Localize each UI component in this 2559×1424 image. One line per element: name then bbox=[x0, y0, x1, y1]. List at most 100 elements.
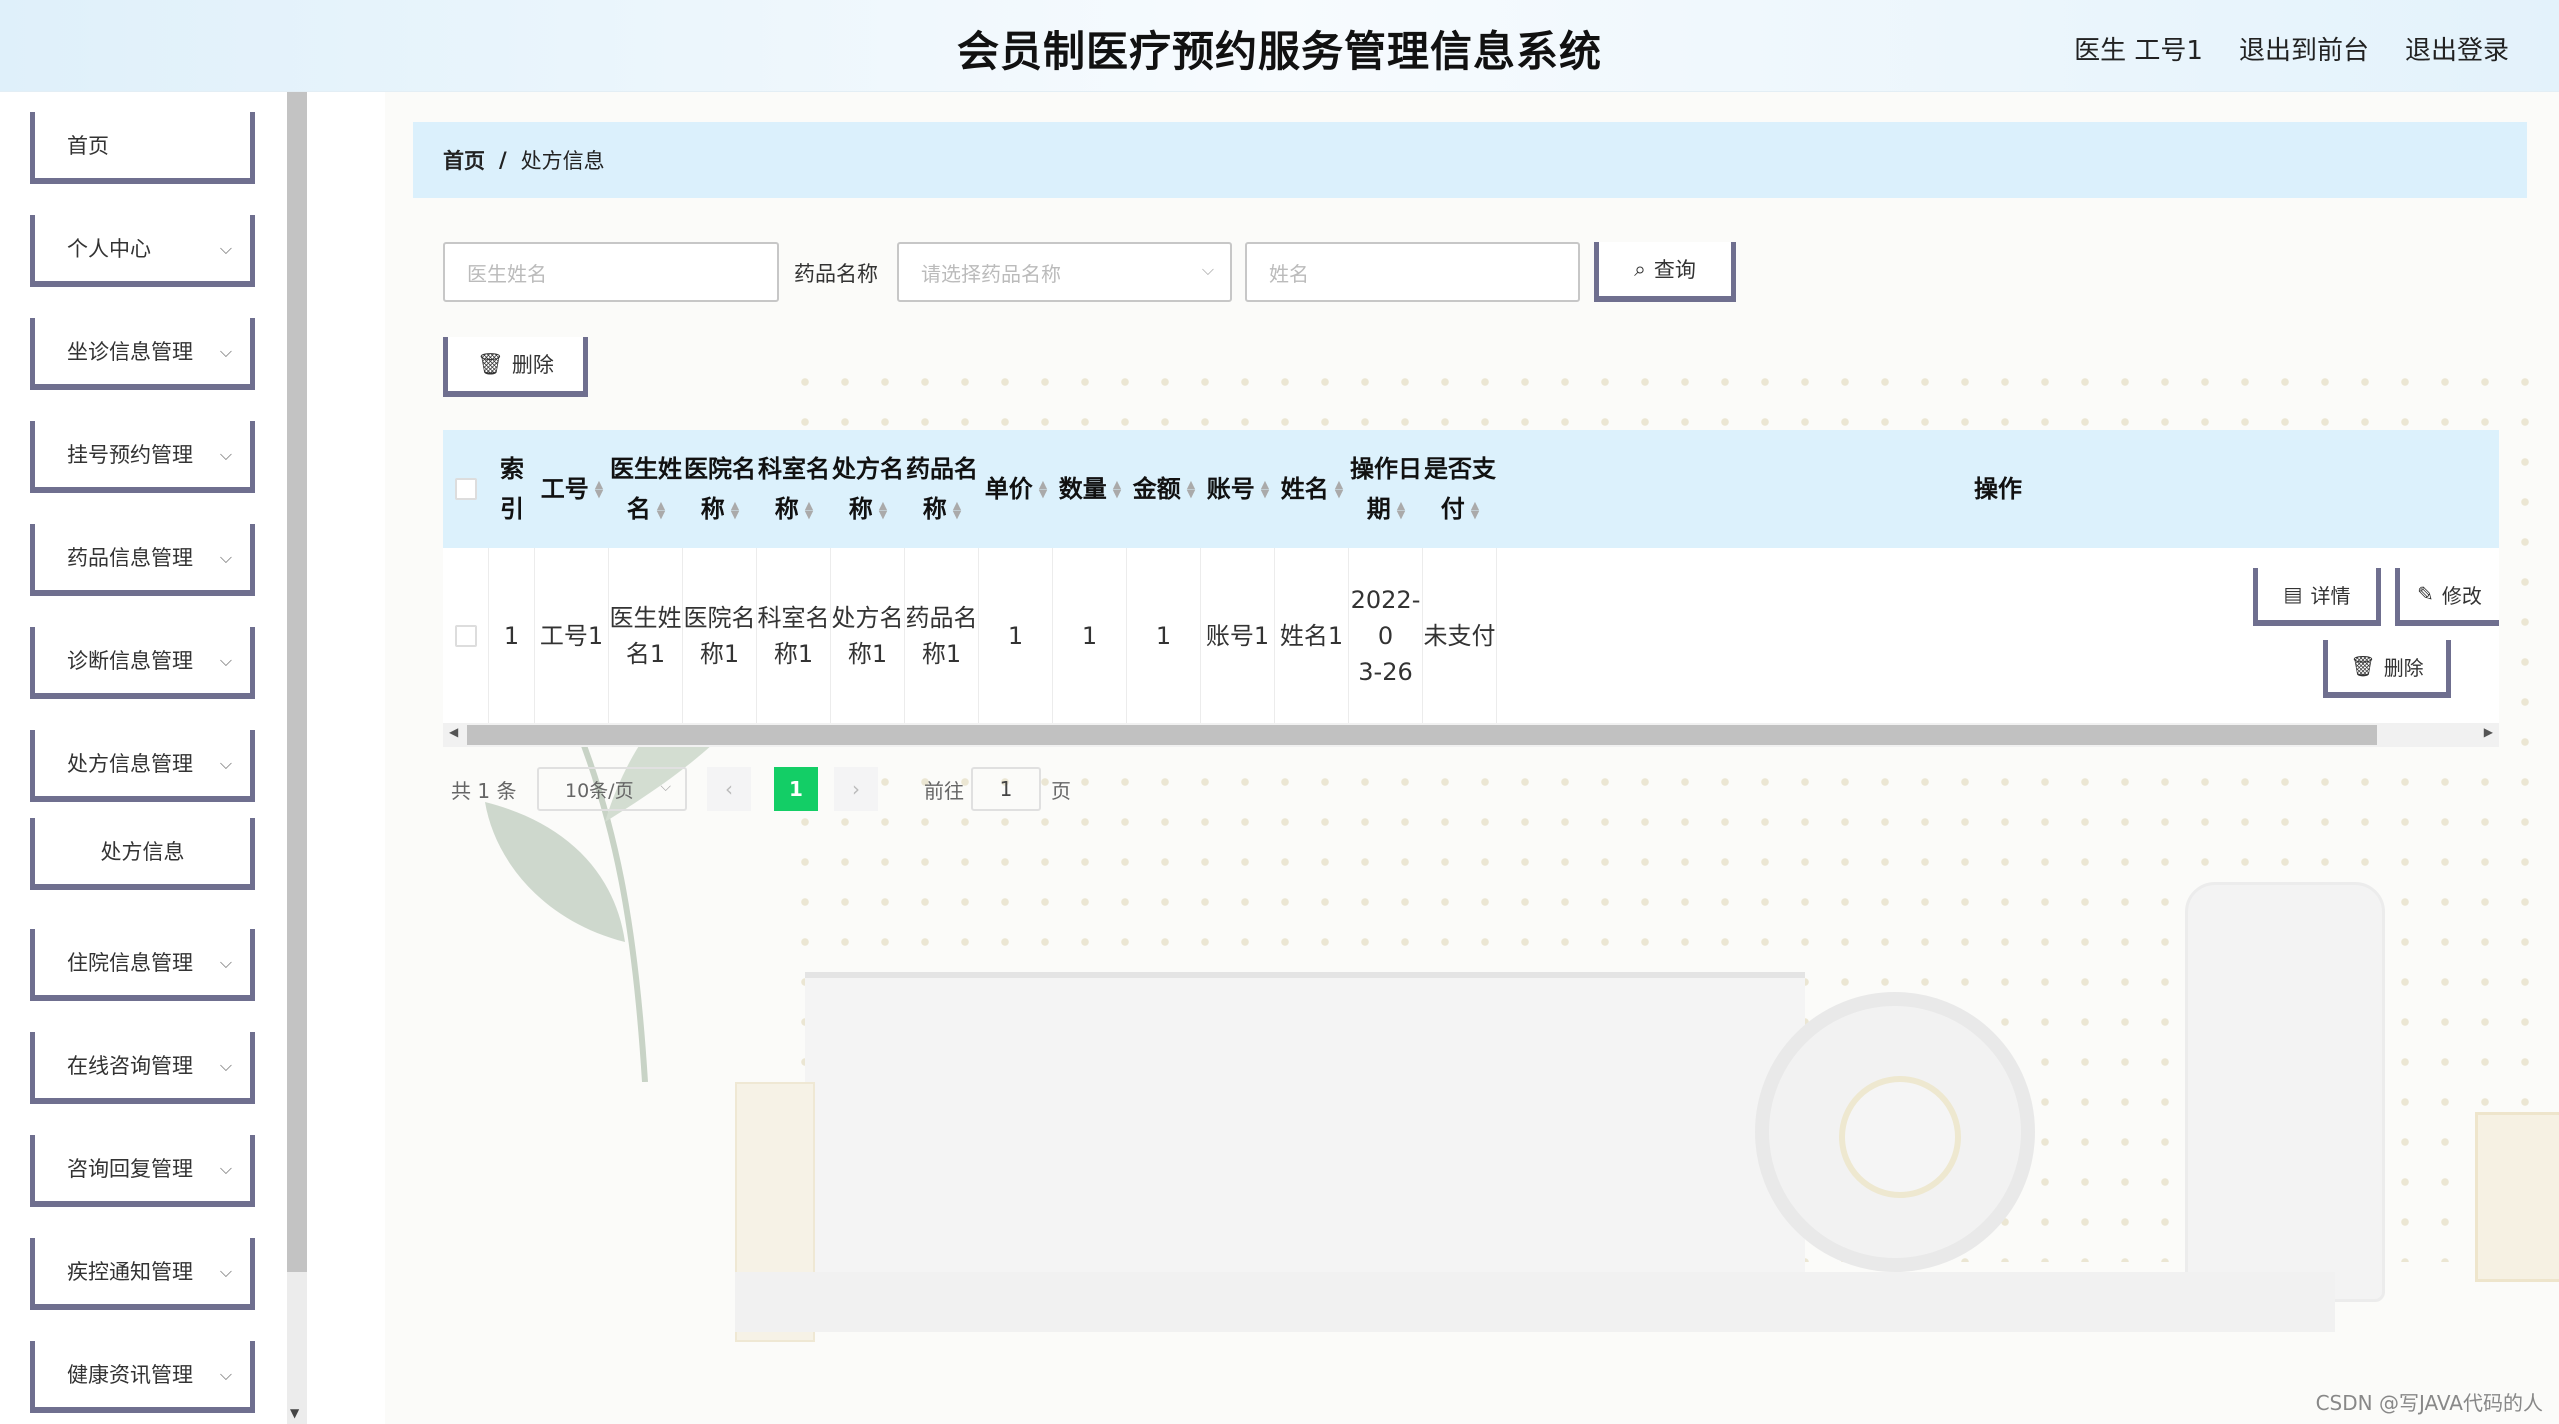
col-hospital[interactable]: 医院名称 ▲ ▼ bbox=[683, 430, 757, 548]
scroll-right-arrow-icon[interactable]: ▶ bbox=[2484, 725, 2493, 739]
sort-icon[interactable]: ▲ ▼ bbox=[731, 500, 739, 520]
edit-icon: ✎ bbox=[2417, 582, 2434, 606]
col-dept[interactable]: 科室名称 ▲ ▼ bbox=[757, 430, 831, 548]
query-button[interactable]: ⌕ 查询 bbox=[1594, 242, 1736, 302]
patient-name-input[interactable]: 姓名 bbox=[1245, 242, 1580, 302]
sidebar-item-label: 药品信息管理 bbox=[67, 546, 193, 570]
sidebar-item-label: 挂号预约管理 bbox=[67, 443, 193, 467]
drug-name-label: 药品名称 bbox=[794, 262, 878, 286]
col-amount[interactable]: 金额 ▲ ▼ bbox=[1127, 430, 1201, 548]
sidebar-item-personal-center[interactable]: 个人中心 ⌵ bbox=[30, 215, 255, 287]
breadcrumb-current: 处方信息 bbox=[520, 149, 605, 173]
page-number-current[interactable]: 1 bbox=[774, 767, 818, 811]
select-all-checkbox[interactable] bbox=[455, 478, 477, 500]
col-account[interactable]: 账号 ▲ ▼ bbox=[1201, 430, 1275, 548]
header-text: 索 bbox=[500, 455, 524, 483]
sidebar-subitem-prescription[interactable]: 处方信息 bbox=[30, 818, 255, 890]
header-text: 单价 bbox=[984, 475, 1033, 503]
cell-dept: 科室名称1 bbox=[757, 548, 831, 723]
table-horizontal-scrollbar[interactable]: ◀ ▶ bbox=[443, 723, 2499, 747]
sort-icon[interactable]: ▲ ▼ bbox=[657, 500, 665, 520]
sort-icon[interactable]: ▲ ▼ bbox=[1261, 479, 1269, 499]
sidebar-item-label: 首页 bbox=[67, 134, 109, 158]
scrollbar-thumb[interactable] bbox=[467, 725, 2377, 745]
sort-icon[interactable]: ▲ ▼ bbox=[1113, 479, 1121, 499]
edit-button-label: 修改 bbox=[2441, 583, 2482, 608]
background-shelf bbox=[805, 972, 1805, 1312]
batch-delete-button[interactable]: 🗑 删除 bbox=[443, 337, 588, 397]
breadcrumb-home[interactable]: 首页 bbox=[443, 145, 485, 175]
sort-icon[interactable]: ▲ ▼ bbox=[879, 500, 887, 520]
document-icon: ▤ bbox=[2283, 582, 2303, 606]
sidebar-item-home[interactable]: 首页 bbox=[30, 112, 255, 184]
header-text: 工号 bbox=[540, 475, 589, 503]
sort-icon[interactable]: ▲ ▼ bbox=[1039, 479, 1047, 499]
drug-name-select[interactable]: 请选择药品名称 ⌵ bbox=[897, 242, 1232, 302]
sidebar-item-drug-info[interactable]: 药品信息管理 ⌵ bbox=[30, 524, 255, 596]
sidebar-item-label: 个人中心 bbox=[67, 237, 151, 261]
exit-to-front-link[interactable]: 退出到前台 bbox=[2239, 30, 2369, 67]
pagination-total: 共 1 条 bbox=[451, 778, 517, 803]
sort-icon[interactable]: ▲ ▼ bbox=[1471, 500, 1479, 520]
logout-link[interactable]: 退出登录 bbox=[2405, 30, 2509, 67]
cell-text: 称1 bbox=[699, 639, 740, 668]
sidebar-item-label: 坐诊信息管理 bbox=[67, 340, 193, 364]
prev-page-button[interactable]: ‹ bbox=[707, 767, 751, 811]
col-staff-no[interactable]: 工号 ▲ ▼ bbox=[535, 430, 609, 548]
scroll-down-arrow-icon[interactable]: ▼ bbox=[290, 1406, 299, 1420]
row-checkbox[interactable] bbox=[454, 624, 477, 647]
header-text: 引 bbox=[500, 495, 524, 523]
cell-text: 名1 bbox=[625, 639, 666, 668]
col-quantity[interactable]: 数量 ▲ ▼ bbox=[1053, 430, 1127, 548]
header-text: 姓名 bbox=[1280, 475, 1329, 503]
cell-text: 科室名 bbox=[757, 603, 830, 632]
scrollbar-thumb[interactable] bbox=[287, 92, 307, 1272]
sort-icon[interactable]: ▲ ▼ bbox=[1335, 479, 1343, 499]
header-text: 科室名 bbox=[758, 455, 830, 483]
scroll-left-arrow-icon[interactable]: ◀ bbox=[449, 725, 458, 739]
header-text: 金额 bbox=[1132, 475, 1181, 503]
sort-icon[interactable]: ▲ ▼ bbox=[953, 500, 961, 520]
page-size-select[interactable]: 10条/页 ⌵ bbox=[537, 767, 687, 811]
header-text: 称 bbox=[922, 495, 947, 523]
chevron-down-icon: ⌵ bbox=[219, 239, 232, 258]
col-operation: 操作 bbox=[1497, 430, 2499, 548]
cell-prescription: 处方名 称1 bbox=[831, 548, 905, 723]
sort-icon[interactable]: ▲ ▼ bbox=[1397, 500, 1405, 520]
sidebar-item-consult-reply[interactable]: 咨询回复管理 ⌵ bbox=[30, 1135, 255, 1207]
sidebar-item-prescription-mgmt[interactable]: 处方信息管理 ⌵ bbox=[30, 730, 255, 802]
header-text: 处方名 bbox=[832, 455, 904, 483]
sidebar-item-diagnosis[interactable]: 诊断信息管理 ⌵ bbox=[30, 627, 255, 699]
next-page-button[interactable]: › bbox=[834, 767, 878, 811]
col-doctor-name[interactable]: 医生姓名 ▲ ▼ bbox=[609, 430, 683, 548]
sidebar-item-disease-control[interactable]: 疾控通知管理 ⌵ bbox=[30, 1238, 255, 1310]
trash-icon: 🗑 bbox=[477, 351, 504, 376]
col-unit-price[interactable]: 单价 ▲ ▼ bbox=[979, 430, 1053, 548]
cell-paid: 未支付 bbox=[1423, 548, 1497, 723]
sort-icon[interactable]: ▲ ▼ bbox=[805, 500, 813, 520]
sidebar-item-health-news[interactable]: 健康资讯管理 ⌵ bbox=[30, 1341, 255, 1413]
edit-button[interactable]: ✎ 修改 bbox=[2395, 568, 2499, 626]
sidebar-scrollbar[interactable]: ▼ bbox=[287, 92, 307, 1424]
sidebar-item-online-consult[interactable]: 在线咨询管理 ⌵ bbox=[30, 1032, 255, 1104]
sort-icon[interactable]: ▲ ▼ bbox=[595, 479, 603, 499]
sidebar-item-hospitalization[interactable]: 住院信息管理 ⌵ bbox=[30, 929, 255, 1001]
doctor-name-input[interactable]: 医生姓名 bbox=[443, 242, 779, 302]
trash-icon: 🗑 bbox=[2350, 654, 2376, 678]
sidebar-item-consult-schedule[interactable]: 坐诊信息管理 ⌵ bbox=[30, 318, 255, 390]
col-op-date[interactable]: 操作日期 ▲ ▼ bbox=[1349, 430, 1423, 548]
top-header: 会员制医疗预约服务管理信息系统 医生 工号1 退出到前台 退出登录 bbox=[0, 0, 2559, 92]
cell-hospital: 医院名 称1 bbox=[683, 548, 757, 723]
detail-button[interactable]: ▤ 详情 bbox=[2253, 568, 2381, 626]
sort-icon[interactable]: ▲ ▼ bbox=[1187, 479, 1195, 499]
cell-text: 称1 bbox=[773, 639, 814, 668]
col-paid[interactable]: 是否支付 ▲ ▼ bbox=[1423, 430, 1497, 548]
col-index[interactable]: 索引 bbox=[489, 430, 535, 548]
sidebar-item-registration[interactable]: 挂号预约管理 ⌵ bbox=[30, 421, 255, 493]
row-delete-button[interactable]: 🗑 删除 bbox=[2323, 640, 2451, 698]
col-drug[interactable]: 药品名称 ▲ ▼ bbox=[905, 430, 979, 548]
col-name[interactable]: 姓名 ▲ ▼ bbox=[1275, 430, 1349, 548]
goto-page-input[interactable]: 1 bbox=[971, 767, 1041, 811]
col-prescription[interactable]: 处方名称 ▲ ▼ bbox=[831, 430, 905, 548]
background-cube bbox=[2475, 1112, 2559, 1282]
